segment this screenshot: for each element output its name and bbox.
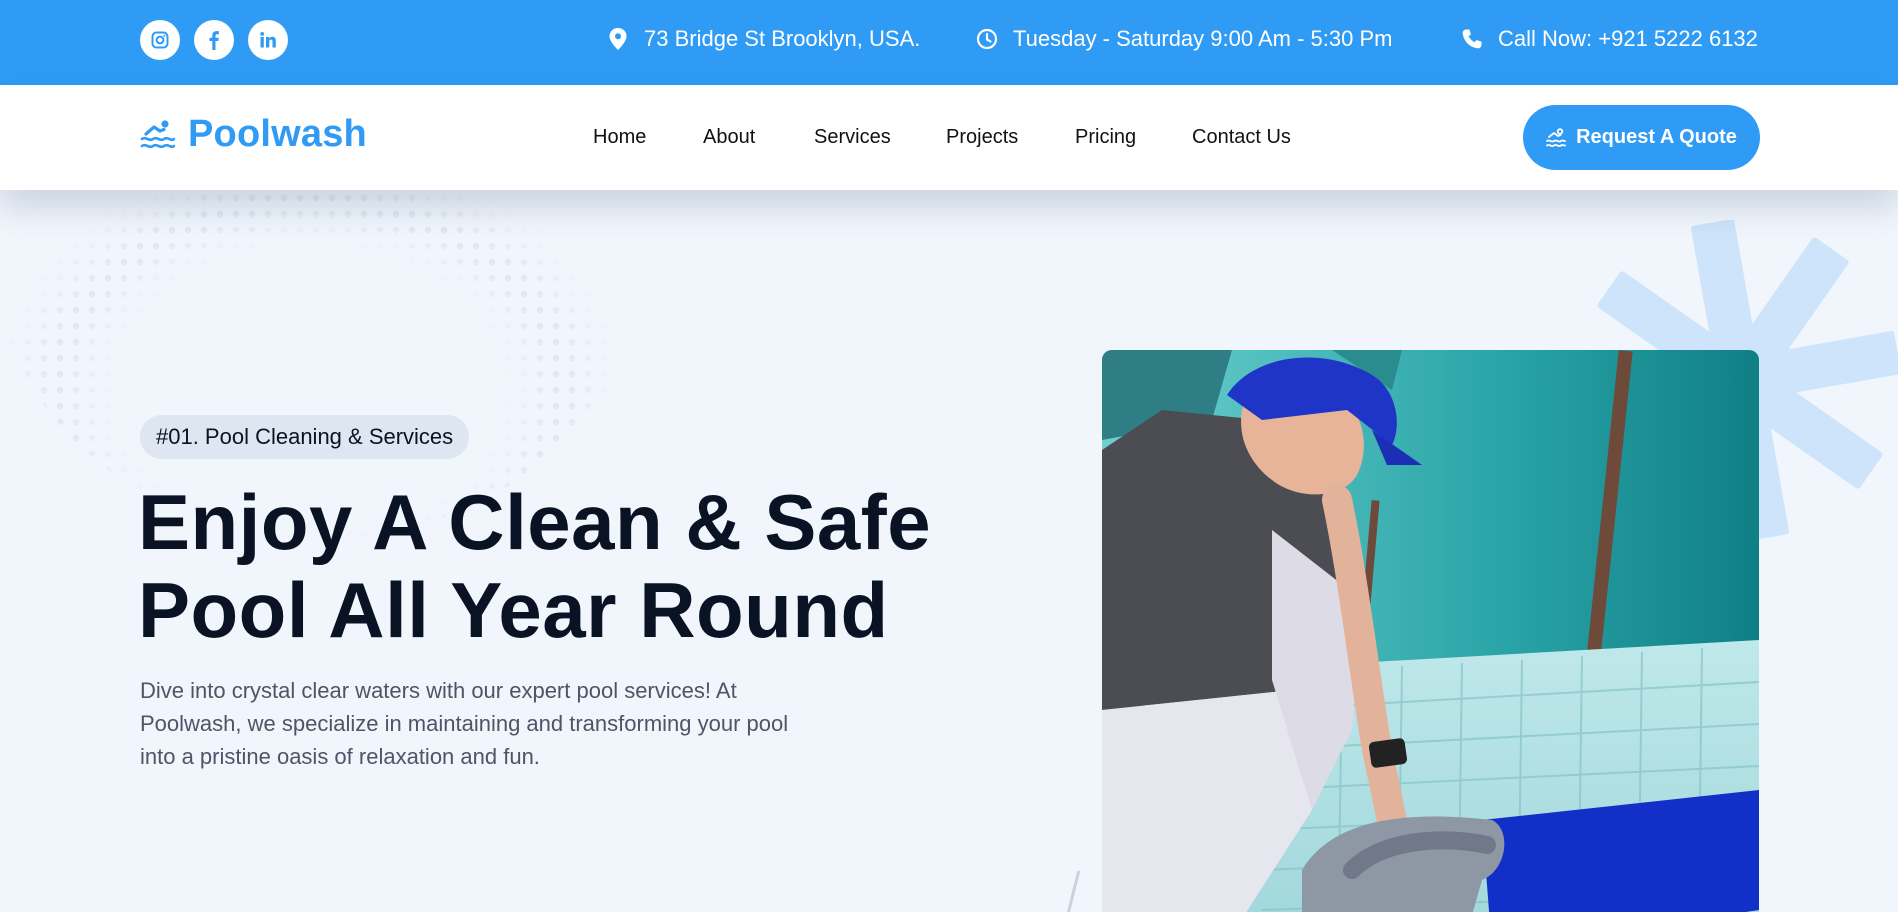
location-pin-icon xyxy=(606,27,630,51)
hero-badge: #01. Pool Cleaning & Services xyxy=(140,415,470,459)
nav-projects[interactable]: Projects xyxy=(946,126,1018,149)
nav-home[interactable]: Home xyxy=(593,126,646,149)
linkedin-link[interactable] xyxy=(248,20,288,60)
hours-info: Tuesday - Saturday 9:00 Am - 5:30 Pm xyxy=(975,26,1392,52)
phone-text: Call Now: +921 5222 6132 xyxy=(1498,26,1758,51)
instagram-link[interactable] xyxy=(140,20,180,60)
request-quote-button[interactable]: Request A Quote xyxy=(1523,105,1760,170)
hero-headline-line2: Pool All Year Round xyxy=(138,566,889,654)
swimmer-logo-icon xyxy=(140,119,176,148)
facebook-icon xyxy=(209,31,219,50)
facebook-link[interactable] xyxy=(194,20,234,60)
top-bar: 73 Bridge St Brooklyn, USA. Tuesday - Sa… xyxy=(0,0,1898,85)
nav-contact-us[interactable]: Contact Us xyxy=(1192,126,1291,149)
address-info: 73 Bridge St Brooklyn, USA. xyxy=(606,26,920,52)
hero-image-pool-cleaner xyxy=(1102,350,1759,912)
phone-info[interactable]: Call Now: +921 5222 6132 xyxy=(1460,26,1758,52)
nav-services[interactable]: Services xyxy=(814,126,891,149)
hero-headline-line1: Enjoy A Clean & Safe xyxy=(138,478,932,566)
instagram-icon xyxy=(151,31,169,49)
main-header: Poolwash Home About Services Projects Pr… xyxy=(0,85,1898,190)
linkedin-icon xyxy=(260,32,276,48)
logo-text: Poolwash xyxy=(188,113,367,155)
divider-line xyxy=(1062,870,1081,912)
swimmer-icon xyxy=(1546,127,1567,147)
hero-section: #01. Pool Cleaning & Services Enjoy A Cl… xyxy=(0,190,1898,912)
hero-description: Dive into crystal clear waters with our … xyxy=(140,678,789,769)
hours-text: Tuesday - Saturday 9:00 Am - 5:30 Pm xyxy=(1013,26,1393,51)
nav-about[interactable]: About xyxy=(703,126,755,149)
nav-pricing[interactable]: Pricing xyxy=(1075,126,1136,149)
clock-icon xyxy=(975,27,999,51)
address-text: 73 Bridge St Brooklyn, USA. xyxy=(644,26,921,51)
logo[interactable]: Poolwash xyxy=(140,113,367,156)
hero-headline: Enjoy A Clean & Safe Pool All Year Round xyxy=(138,478,958,654)
request-quote-label: Request A Quote xyxy=(1576,126,1737,148)
phone-icon xyxy=(1460,27,1484,51)
